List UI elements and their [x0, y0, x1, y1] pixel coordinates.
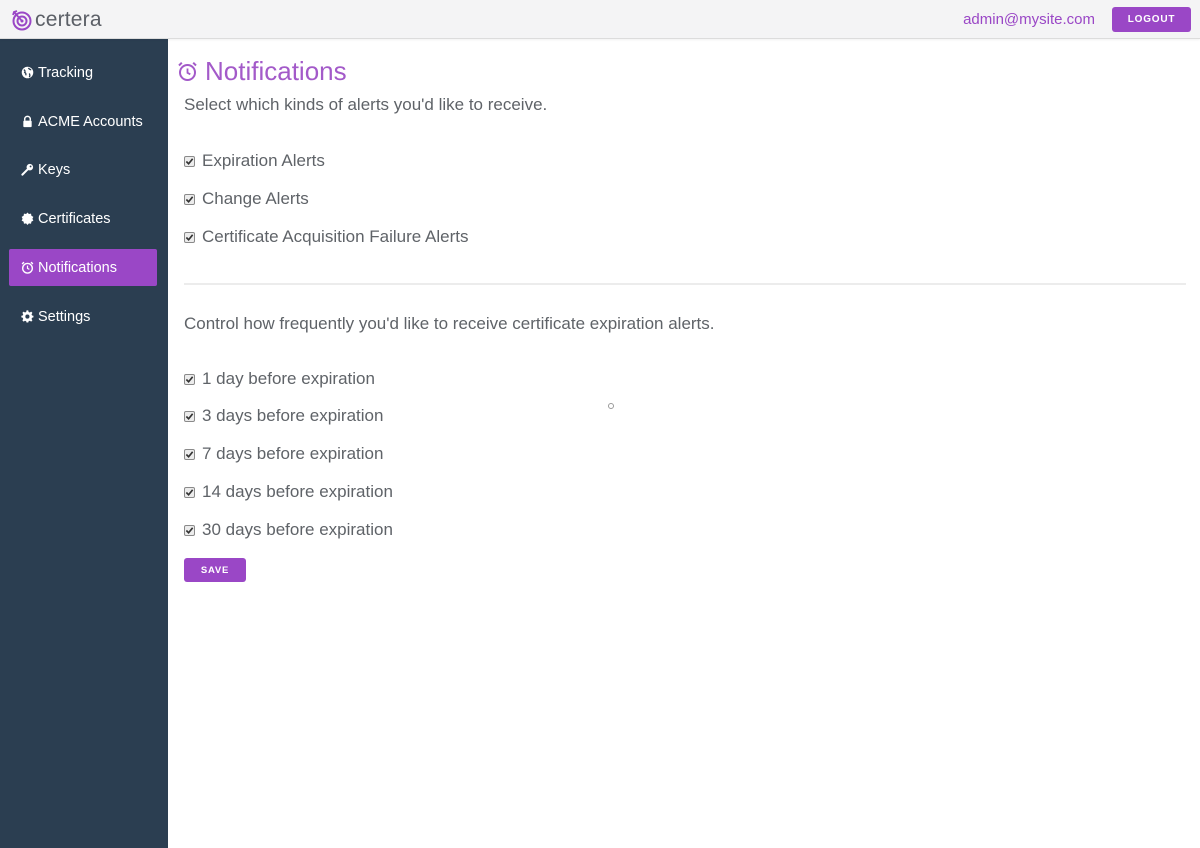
- section-divider: [184, 283, 1186, 285]
- gear-icon: [20, 310, 34, 324]
- alarm-clock-icon: [20, 261, 34, 275]
- checkbox-label: 14 days before expiration: [202, 482, 393, 501]
- logout-button[interactable]: LOGOUT: [1112, 7, 1191, 32]
- frequency-option[interactable]: 1 day before expiration: [184, 368, 375, 390]
- sidebar-item-certificates[interactable]: Certificates: [9, 200, 157, 237]
- checkbox-label: Certificate Acquisition Failure Alerts: [202, 227, 469, 246]
- alarm-clock-icon: [177, 61, 198, 82]
- page-title-text: Notifications: [205, 56, 347, 86]
- sidebar-item-notifications[interactable]: Notifications: [9, 249, 157, 286]
- sidebar-item-tracking[interactable]: Tracking: [9, 54, 157, 91]
- frequency-3-days-checkbox[interactable]: [184, 410, 195, 422]
- frequency-1-day-checkbox[interactable]: [184, 373, 195, 385]
- frequency-intro: Control how frequently you'd like to rec…: [184, 314, 715, 333]
- top-bar: certera admin@mysite.com LOGOUT: [0, 0, 1200, 39]
- sidebar-item-label: Settings: [38, 308, 91, 325]
- checkbox-label: 7 days before expiration: [202, 444, 384, 463]
- checkbox-label: 1 day before expiration: [202, 369, 375, 388]
- sidebar-item-label: Certificates: [38, 210, 111, 227]
- lock-icon: [20, 115, 34, 129]
- frequency-option[interactable]: 3 days before expiration: [184, 405, 383, 427]
- acquisition-failure-alerts-checkbox[interactable]: [184, 231, 195, 243]
- sidebar-item-label: Notifications: [38, 259, 117, 276]
- sidebar-item-label: ACME Accounts: [38, 113, 143, 130]
- certera-logo-icon: [11, 9, 33, 31]
- checkbox-label: 30 days before expiration: [202, 520, 393, 539]
- key-icon: [20, 163, 34, 177]
- sidebar-item-label: Tracking: [38, 64, 94, 81]
- sidebar-item-acme-accounts[interactable]: ACME Accounts: [9, 103, 157, 140]
- save-button[interactable]: SAVE: [184, 558, 246, 582]
- checkbox-label: Change Alerts: [202, 189, 309, 208]
- sidebar-item-keys[interactable]: Keys: [9, 151, 157, 188]
- alert-types-intro: Select which kinds of alerts you'd like …: [184, 95, 548, 114]
- expiration-alerts-checkbox[interactable]: [184, 155, 195, 167]
- frequency-14-days-checkbox[interactable]: [184, 486, 195, 498]
- frequency-option[interactable]: 7 days before expiration: [184, 443, 383, 465]
- checkbox-label: 3 days before expiration: [202, 406, 384, 425]
- frequency-30-days-checkbox[interactable]: [184, 524, 195, 536]
- sidebar-item-settings[interactable]: Settings: [9, 298, 157, 335]
- brand[interactable]: certera: [11, 6, 102, 33]
- cursor-indicator: [608, 403, 614, 409]
- checkbox-label: Expiration Alerts: [202, 151, 325, 170]
- certificate-icon: [20, 212, 34, 226]
- frequency-option[interactable]: 30 days before expiration: [184, 519, 393, 541]
- globe-icon: [20, 66, 34, 80]
- main-content: Notifications Select which kinds of aler…: [168, 39, 1200, 848]
- sidebar-item-label: Keys: [38, 161, 71, 178]
- frequency-7-days-checkbox[interactable]: [184, 448, 195, 460]
- alert-type-option[interactable]: Expiration Alerts: [184, 150, 325, 172]
- brand-name: certera: [35, 8, 102, 31]
- frequency-option[interactable]: 14 days before expiration: [184, 481, 393, 503]
- sidebar: Tracking ACME Accounts Keys Certificates…: [0, 39, 168, 848]
- page-title: Notifications: [177, 55, 347, 87]
- alert-type-option[interactable]: Change Alerts: [184, 188, 309, 210]
- change-alerts-checkbox[interactable]: [184, 193, 195, 205]
- user-email[interactable]: admin@mysite.com: [963, 10, 1095, 30]
- alert-type-option[interactable]: Certificate Acquisition Failure Alerts: [184, 226, 468, 248]
